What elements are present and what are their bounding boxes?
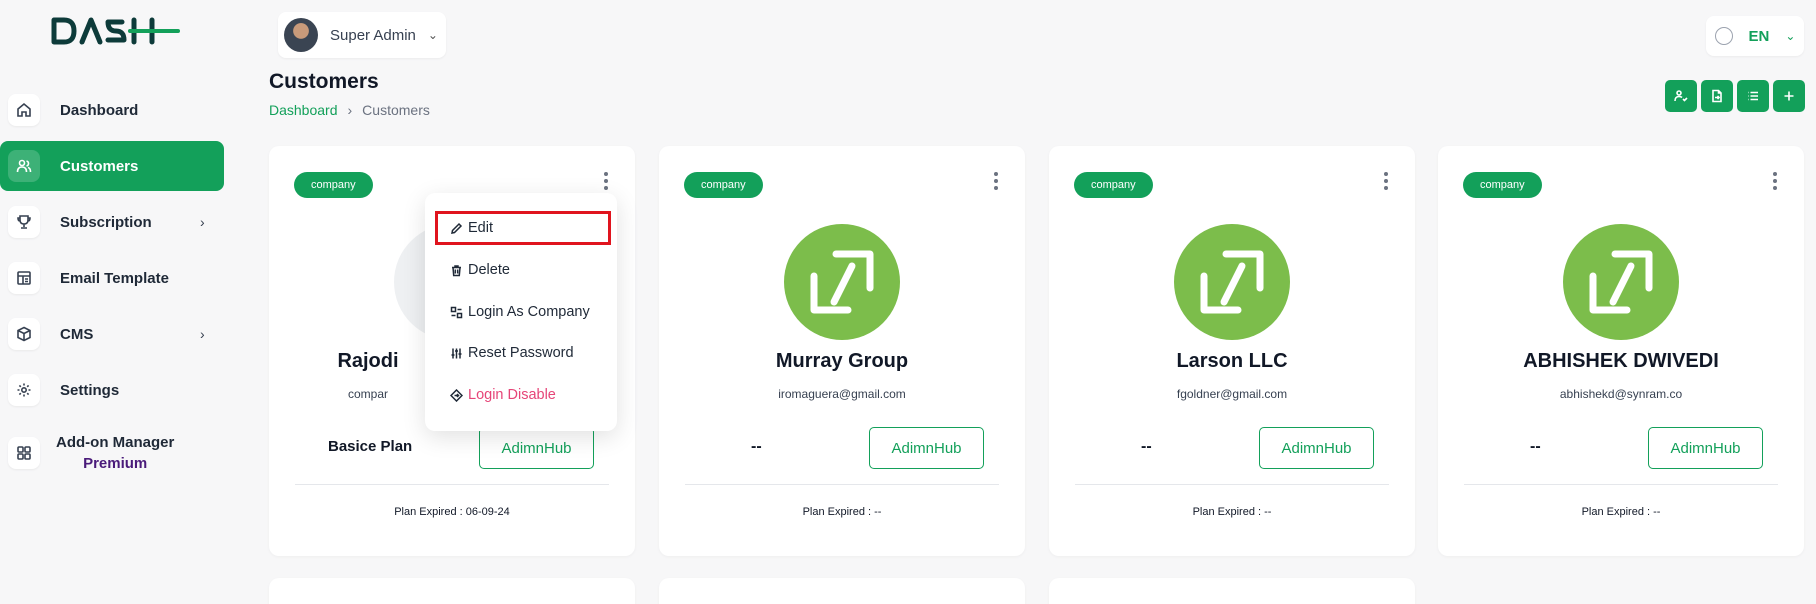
menu-item-login-disable[interactable]: Login Disable — [450, 384, 556, 406]
grid-icon — [8, 437, 40, 469]
plan-expired: Plan Expired : 06-09-24 — [394, 506, 510, 518]
plan-name: -- — [1530, 438, 1541, 455]
language-code: EN — [1748, 27, 1770, 45]
menu-item-delete[interactable]: Delete — [450, 259, 510, 281]
globe-icon — [1714, 27, 1733, 45]
menu-item-reset-password[interactable]: Reset Password — [450, 342, 574, 364]
sidebar-item-label: Settings — [60, 381, 120, 399]
type-badge: company — [1463, 172, 1542, 198]
divider — [1075, 484, 1389, 485]
company-name: ABHISHEK DWIVEDI — [1523, 350, 1719, 372]
gear-icon — [8, 374, 40, 406]
admin-hub-button[interactable]: AdimnHub — [1648, 427, 1763, 469]
divider — [685, 484, 999, 485]
sidebar-item-label: CMS — [60, 325, 94, 343]
sidebar: Dashboard Customers Subscription › Email… — [0, 0, 232, 604]
trash-icon — [452, 264, 461, 276]
sidebar-item-dashboard[interactable]: Dashboard — [0, 85, 224, 135]
chevron-down-icon: ⌄ — [1785, 29, 1796, 43]
add-customer-button[interactable] — [1773, 80, 1805, 112]
list-view-button[interactable] — [1737, 80, 1769, 112]
company-email: fgoldner@gmail.com — [1176, 387, 1288, 401]
admin-hub-button[interactable]: AdimnHub — [869, 427, 984, 469]
home-icon — [8, 94, 40, 126]
customer-card: company ABHISHEK DWIVEDI abhishekd@synra… — [1438, 146, 1804, 556]
more-options-icon[interactable] — [1383, 172, 1389, 190]
dash-logo[interactable] — [50, 16, 180, 46]
trophy-icon — [8, 206, 40, 238]
sidebar-item-email-template[interactable]: Email Template — [0, 253, 224, 303]
plan-expired: Plan Expired : -- — [1192, 506, 1272, 518]
chevron-down-icon: ⌄ — [427, 28, 438, 42]
company-email: abhishekd@synram.co — [1559, 387, 1683, 401]
plan-name: -- — [1141, 438, 1152, 455]
customer-card: company Murray Group iromaguera@gmail.co… — [659, 146, 1025, 556]
plan-expired: Plan Expired : -- — [1581, 506, 1661, 518]
sidebar-item-label: Subscription — [60, 213, 152, 231]
plus-icon — [1784, 91, 1794, 101]
premium-badge: Premium — [83, 455, 148, 472]
chevron-right-icon: › — [347, 102, 353, 118]
user-check-button[interactable] — [1665, 80, 1697, 112]
pencil-icon — [451, 222, 463, 234]
plan-name: Basice Plan — [328, 438, 413, 455]
plan-expired: Plan Expired : -- — [802, 506, 882, 518]
chevron-right-icon: › — [200, 326, 205, 342]
divider — [1464, 484, 1778, 485]
sidebar-item-label: Email Template — [60, 269, 169, 287]
admin-hub-button[interactable]: AdimnHub — [1259, 427, 1374, 469]
addon-manager-label[interactable]: Add-on Manager Premium — [56, 432, 174, 474]
company-email: iromaguera@gmail.com — [778, 387, 906, 401]
user-check-icon — [1674, 90, 1688, 102]
list-view-icon — [1748, 91, 1758, 101]
page-title: Customers — [269, 70, 379, 93]
sliders-icon — [451, 348, 462, 358]
company-logo — [1563, 224, 1679, 340]
more-options-icon[interactable] — [1772, 172, 1778, 190]
company-name: Murray Group — [775, 350, 909, 372]
sidebar-item-label: Customers — [60, 157, 139, 175]
chevron-right-icon: › — [200, 214, 205, 230]
more-options-icon[interactable] — [993, 172, 999, 190]
company-name: Larson LLC — [1176, 350, 1288, 372]
switch-user-icon — [450, 306, 463, 318]
company-logo — [784, 224, 900, 340]
menu-item-edit[interactable]: Edit — [450, 217, 493, 239]
type-badge: company — [1074, 172, 1153, 198]
sidebar-item-customers[interactable]: Customers — [0, 141, 224, 191]
more-options-icon[interactable] — [603, 172, 609, 190]
company-logo — [1174, 224, 1290, 340]
breadcrumb: Dashboard › Customers — [269, 102, 430, 118]
admin-hub-button[interactable]: AdimnHub — [479, 427, 594, 469]
avatar — [284, 18, 318, 52]
type-badge: company — [294, 172, 373, 198]
customer-actions-menu: Edit Delete Login As Company Reset Passw… — [425, 193, 617, 431]
breadcrumb-current: Customers — [362, 102, 430, 118]
export-button[interactable] — [1701, 80, 1733, 112]
template-icon — [8, 262, 40, 294]
plan-name: -- — [751, 438, 762, 455]
type-badge: company — [684, 172, 763, 198]
customer-card — [659, 578, 1025, 604]
breadcrumb-dashboard[interactable]: Dashboard — [269, 102, 338, 118]
login-disable-icon — [450, 388, 463, 402]
sidebar-item-label: Dashboard — [60, 101, 139, 119]
users-icon — [8, 150, 40, 182]
customer-card: company Larson LLC fgoldner@gmail.com --… — [1049, 146, 1415, 556]
user-menu[interactable]: Super Admin ⌄ — [278, 12, 446, 58]
menu-item-login-as-company[interactable]: Login As Company — [450, 301, 590, 323]
language-selector[interactable]: EN ⌄ — [1706, 16, 1804, 56]
customer-card — [269, 578, 635, 604]
customer-card — [1049, 578, 1415, 604]
file-export-icon — [1712, 89, 1722, 103]
divider — [295, 484, 609, 485]
sidebar-item-subscription[interactable]: Subscription › — [0, 197, 224, 247]
user-name: Super Admin — [330, 26, 416, 44]
cube-icon — [8, 318, 40, 350]
